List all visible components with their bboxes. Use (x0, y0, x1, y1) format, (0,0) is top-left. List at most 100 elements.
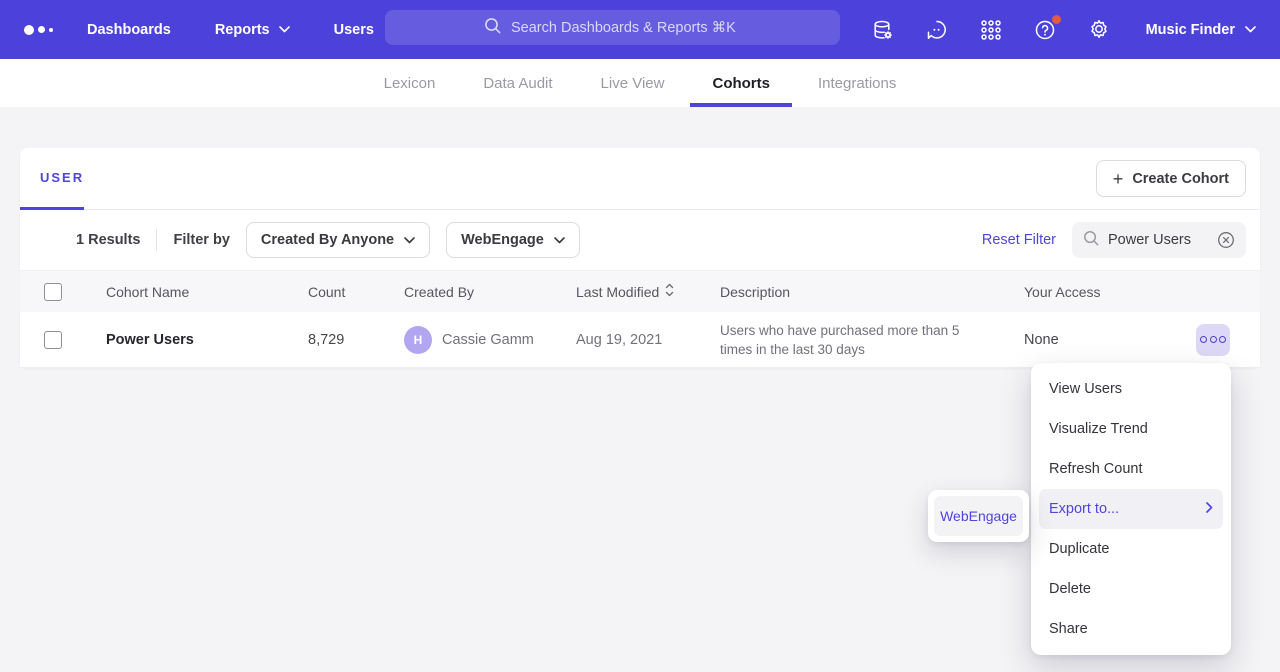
menu-item-delete[interactable]: Delete (1039, 569, 1223, 609)
create-cohort-button[interactable]: + Create Cohort (1096, 160, 1246, 197)
search-icon (1083, 230, 1099, 251)
nav-item-reports[interactable]: Reports (215, 22, 290, 38)
menu-item-share[interactable]: Share (1039, 609, 1223, 649)
column-header-last-modified[interactable]: Last Modified (576, 283, 720, 300)
nav-item-label: Users (334, 22, 374, 38)
dot-icon (1219, 336, 1226, 343)
tab-integrations[interactable]: Integrations (818, 59, 896, 107)
chevron-down-icon (279, 26, 290, 33)
section-tabbar: Lexicon Data Audit Live View Cohorts Int… (0, 59, 1280, 107)
clear-search-icon[interactable] (1217, 231, 1235, 249)
column-header-your-access[interactable]: Your Access (1024, 284, 1196, 300)
primary-nav: Dashboards Reports Users (87, 22, 374, 38)
create-cohort-label: Create Cohort (1132, 171, 1229, 187)
global-search-input[interactable] (511, 20, 741, 36)
column-header-label: Last Modified (576, 284, 659, 300)
cohorts-card: USER + Create Cohort 1 Results Filter by… (20, 148, 1260, 368)
results-count: 1 Results (76, 232, 140, 248)
search-icon (484, 17, 501, 39)
nav-item-dashboards[interactable]: Dashboards (87, 22, 171, 38)
nav-item-users[interactable]: Users (334, 22, 374, 38)
tab-label: Lexicon (384, 75, 436, 92)
apps-grid-icon[interactable] (978, 17, 1004, 43)
table-row[interactable]: Power Users 8,729 H Cassie Gamm Aug 19, … (20, 312, 1260, 368)
filter-toolbar: 1 Results Filter by Created By Anyone We… (20, 210, 1260, 271)
column-header-label: Description (720, 284, 790, 300)
last-modified-cell: Aug 19, 2021 (576, 332, 720, 348)
help-icon[interactable] (1032, 17, 1058, 43)
table-header-row: Cohort Name Count Created By Last Modifi… (20, 271, 1260, 312)
menu-item-label: Export to... (1049, 501, 1119, 517)
dot-icon (1200, 336, 1207, 343)
notification-badge (1052, 15, 1061, 24)
menu-item-label: View Users (1049, 381, 1122, 397)
reset-filter-link[interactable]: Reset Filter (982, 232, 1056, 248)
cohort-name-cell[interactable]: Power Users (106, 332, 308, 348)
tab-label: Integrations (818, 75, 896, 92)
tab-label: Data Audit (483, 75, 552, 92)
tab-cohorts[interactable]: Cohorts (712, 59, 770, 107)
column-header-label: Cohort Name (106, 284, 189, 300)
menu-item-label: Delete (1049, 581, 1091, 597)
your-access-cell: None (1024, 332, 1196, 348)
chevron-down-icon (404, 237, 415, 244)
submenu-item-webengage[interactable]: WebEngage (934, 496, 1023, 536)
dot-icon (1210, 336, 1217, 343)
created-by-cell: H Cassie Gamm (404, 326, 576, 354)
menu-item-export-to[interactable]: Export to... (1039, 489, 1223, 529)
cohort-search-input[interactable] (1108, 232, 1208, 248)
tab-user-cohorts[interactable]: USER (20, 149, 84, 210)
avatar: H (404, 326, 432, 354)
menu-item-label: Refresh Count (1049, 461, 1143, 477)
export-to-submenu: WebEngage (928, 490, 1029, 542)
nav-item-label: Reports (215, 22, 270, 38)
chevron-down-icon (1245, 26, 1256, 33)
column-header-description[interactable]: Description (720, 284, 1024, 300)
column-header-label: Count (308, 284, 345, 300)
tab-label: Live View (601, 75, 665, 92)
created-by-dropdown-value: Created By Anyone (261, 232, 394, 248)
row-actions-context-menu: View Users Visualize Trend Refresh Count… (1031, 363, 1231, 655)
column-header-count[interactable]: Count (308, 284, 404, 300)
tab-lexicon[interactable]: Lexicon (384, 59, 436, 107)
menu-item-label: Duplicate (1049, 541, 1109, 557)
tab-live-view[interactable]: Live View (601, 59, 665, 107)
data-management-icon[interactable] (870, 17, 896, 43)
menu-item-visualize-trend[interactable]: Visualize Trend (1039, 409, 1223, 449)
project-switcher[interactable]: Music Finder (1146, 22, 1256, 38)
menu-item-refresh-count[interactable]: Refresh Count (1039, 449, 1223, 489)
integration-filter-dropdown[interactable]: WebEngage (446, 222, 580, 258)
menu-item-label: Share (1049, 621, 1088, 637)
filter-by-label: Filter by (173, 232, 229, 248)
cohort-search-box[interactable] (1072, 222, 1246, 258)
divider (156, 229, 157, 251)
row-checkbox[interactable] (44, 331, 62, 349)
top-navigation-bar: Dashboards Reports Users (0, 0, 1280, 59)
nav-item-label: Dashboards (87, 22, 171, 38)
mixpanel-logo-icon[interactable] (24, 25, 53, 35)
created-by-dropdown[interactable]: Created By Anyone (246, 222, 430, 258)
card-header: USER + Create Cohort (20, 148, 1260, 210)
tab-data-audit[interactable]: Data Audit (483, 59, 552, 107)
sort-icon[interactable] (665, 283, 674, 300)
chevron-right-icon (1206, 501, 1213, 517)
select-all-checkbox[interactable] (44, 283, 62, 301)
settings-gear-icon[interactable] (1086, 17, 1112, 43)
column-header-label: Created By (404, 284, 474, 300)
tab-label: Cohorts (712, 75, 770, 92)
menu-item-view-users[interactable]: View Users (1039, 369, 1223, 409)
plus-icon: + (1113, 170, 1124, 188)
description-cell: Users who have purchased more than 5 tim… (720, 321, 970, 359)
column-header-created-by[interactable]: Created By (404, 284, 576, 300)
row-more-actions-button[interactable] (1196, 324, 1230, 356)
created-by-name: Cassie Gamm (442, 332, 534, 348)
column-header-cohort-name[interactable]: Cohort Name (106, 284, 308, 300)
project-name: Music Finder (1146, 22, 1235, 38)
chevron-down-icon (554, 237, 565, 244)
menu-item-duplicate[interactable]: Duplicate (1039, 529, 1223, 569)
feedback-chat-icon[interactable] (924, 17, 950, 43)
column-header-label: Your Access (1024, 284, 1101, 300)
integration-dropdown-value: WebEngage (461, 232, 544, 248)
count-cell: 8,729 (308, 332, 404, 348)
global-search[interactable] (385, 10, 840, 45)
